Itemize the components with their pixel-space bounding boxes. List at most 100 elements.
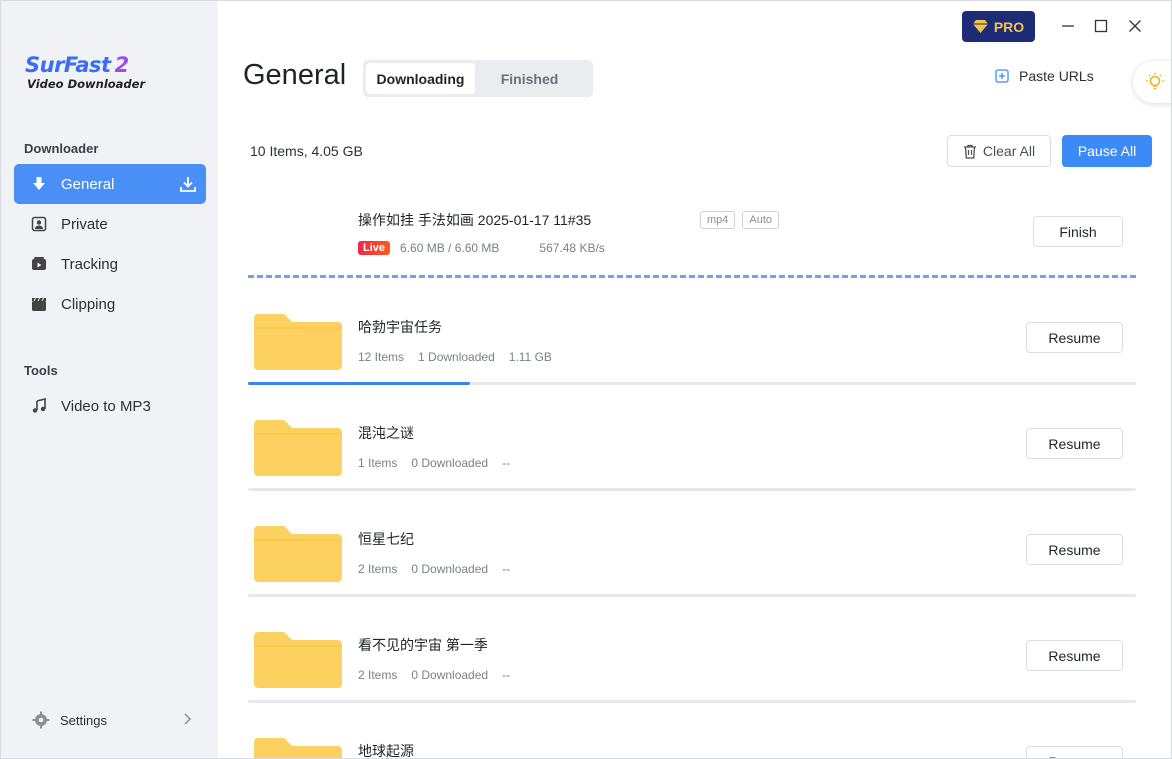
folder-icon [254, 632, 342, 688]
sidebar: SurFast 2 Video Downloader Downloader Gen… [1, 1, 218, 758]
pause-all-button[interactable]: Pause All [1062, 135, 1152, 167]
download-arrow-icon [30, 175, 48, 193]
sidebar-item-label: Video to MP3 [61, 397, 151, 415]
progress-track [248, 382, 1136, 385]
music-note-icon [30, 397, 48, 415]
clipping-icon [30, 295, 48, 313]
close-icon [1129, 20, 1141, 32]
download-title: 地球起源 [358, 743, 414, 759]
list-item: 哈勃宇宙任务 12 Items 1 Downloaded 1.11 GB Res… [248, 303, 1136, 387]
maximize-button[interactable] [1092, 17, 1110, 35]
download-title: 操作如挂 手法如画 2025-01-17 11#35 [358, 212, 592, 228]
item-count: 12 Items [358, 350, 405, 364]
private-icon [30, 215, 48, 233]
download-title: 混沌之谜 [358, 425, 414, 441]
list-item: 操作如挂 手法如画 2025-01-17 11#35 mp4 Auto Live … [248, 197, 1136, 281]
resume-button[interactable]: Resume [1026, 534, 1123, 565]
download-size: -- [502, 456, 511, 470]
folder-icon [254, 526, 342, 582]
progress-track [248, 488, 1136, 491]
page-title: General [243, 59, 347, 91]
folder-icon [254, 314, 342, 370]
close-button[interactable] [1126, 17, 1144, 35]
downloader-heading: Downloader [24, 141, 99, 156]
download-meta: 12 Items 1 Downloaded 1.11 GB [358, 350, 566, 364]
resume-button[interactable]: Resume [1026, 746, 1123, 758]
clear-all-label: Clear All [982, 143, 1036, 159]
list-item: 地球起源 Resume [248, 727, 1136, 759]
download-tray-icon [179, 175, 197, 197]
settings-button[interactable]: Settings [32, 711, 192, 729]
sidebar-item-general[interactable]: General [14, 164, 206, 204]
format-tag: mp4 [700, 211, 736, 229]
gear-icon [32, 711, 50, 729]
tab-downloading[interactable]: Downloading [366, 63, 475, 94]
resume-button[interactable]: Resume [1026, 322, 1123, 353]
download-meta: 1 Items 0 Downloaded -- [358, 456, 524, 470]
tracking-icon [30, 255, 48, 273]
download-title: 恒星七纪 [358, 531, 414, 547]
live-badge: Live [358, 241, 391, 255]
maximize-icon [1094, 19, 1108, 33]
list-item: 恒星七纪 2 Items 0 Downloaded -- Resume [248, 515, 1136, 599]
folder-icon [254, 738, 342, 758]
paste-urls-label: Paste URLs [1019, 68, 1094, 84]
download-meta: Live 6.60 MB / 6.60 MB 567.48 KB/s [358, 241, 619, 255]
live-progress-bar [248, 275, 1136, 278]
downloaded-count: 0 Downloaded [411, 562, 489, 576]
download-title: 哈勃宇宙任务 [358, 319, 442, 335]
downloaded-count: 0 Downloaded [411, 456, 489, 470]
pro-label: PRO [993, 18, 1025, 35]
finish-button[interactable]: Finish [1033, 216, 1123, 247]
logo-version: 2 [114, 53, 130, 77]
item-count: 1 Items [358, 456, 398, 470]
tips-button[interactable] [1133, 61, 1171, 103]
format-tags: mp4 Auto [700, 210, 786, 229]
sidebar-item-private[interactable]: Private [14, 204, 206, 244]
tab-finished[interactable]: Finished [475, 63, 584, 94]
tab-bar: Downloading Finished [363, 60, 593, 97]
progress-track [248, 594, 1136, 597]
minimize-icon [1062, 25, 1074, 27]
download-size: 1.11 GB [508, 350, 552, 364]
download-meta: 2 Items 0 Downloaded -- [358, 562, 524, 576]
sidebar-item-label: Clipping [61, 295, 116, 313]
sidebar-item-tracking[interactable]: Tracking [14, 244, 206, 284]
minimize-button[interactable] [1059, 17, 1077, 35]
items-summary: 10 Items, 4.05 GB [250, 143, 363, 159]
resume-button[interactable]: Resume [1026, 640, 1123, 671]
tools-heading: Tools [24, 363, 58, 378]
list-item: 看不见的宇宙 第一季 2 Items 0 Downloaded -- Resum… [248, 621, 1136, 705]
sidebar-item-label: General [61, 175, 115, 193]
clear-all-button[interactable]: Clear All [947, 135, 1051, 167]
pro-upgrade-button[interactable]: PRO [962, 11, 1035, 42]
quality-tag: Auto [742, 211, 780, 229]
trash-icon [963, 144, 976, 159]
downloaded-count: 1 Downloaded [418, 350, 495, 364]
download-size: 6.60 MB / 6.60 MB [400, 241, 500, 255]
item-count: 2 Items [358, 562, 398, 576]
download-size: -- [502, 562, 511, 576]
sidebar-item-video-to-mp3[interactable]: Video to MP3 [14, 386, 206, 426]
download-meta: 2 Items 0 Downloaded -- [358, 668, 524, 682]
sidebar-item-label: Tracking [61, 255, 118, 273]
resume-button[interactable]: Resume [1026, 428, 1123, 459]
app-window: SurFast 2 Video Downloader Downloader Gen… [0, 0, 1172, 759]
app-logo: SurFast 2 Video Downloader [25, 53, 145, 91]
downloaded-count: 0 Downloaded [411, 668, 489, 682]
diamond-icon [972, 20, 988, 33]
plus-square-icon [995, 69, 1009, 83]
chevron-right-icon [182, 713, 192, 728]
progress-fill [248, 382, 470, 385]
download-size: -- [502, 668, 511, 682]
folder-icon [254, 420, 342, 476]
sidebar-item-label: Private [61, 215, 108, 233]
logo-brand: SurFast [25, 53, 111, 77]
download-speed: 567.48 KB/s [539, 241, 605, 255]
progress-track [248, 700, 1136, 703]
settings-label: Settings [60, 712, 107, 728]
paste-urls-button[interactable]: Paste URLs [995, 68, 1094, 84]
download-title: 看不见的宇宙 第一季 [358, 637, 488, 653]
list-item: 混沌之谜 1 Items 0 Downloaded -- Resume [248, 409, 1136, 493]
sidebar-item-clipping[interactable]: Clipping [14, 284, 206, 324]
